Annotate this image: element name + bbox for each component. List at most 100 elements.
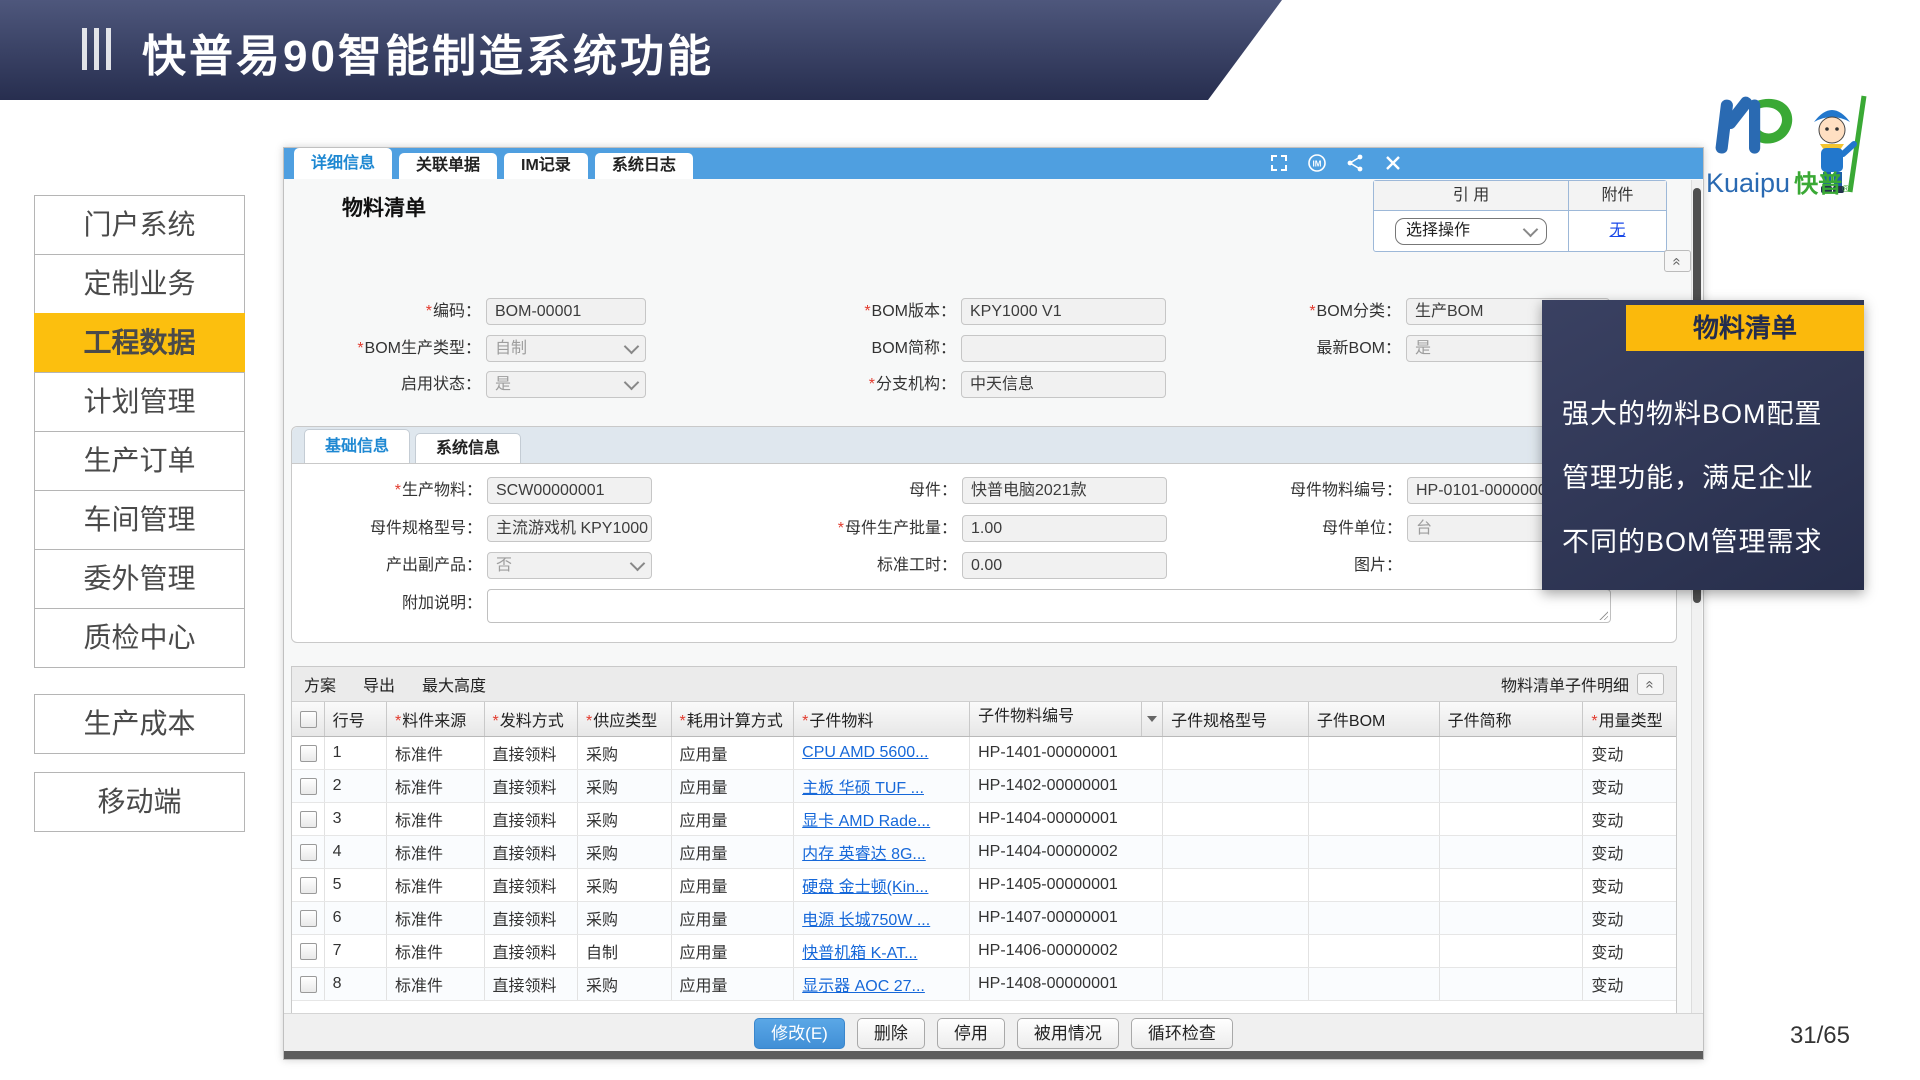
form-collapse-button[interactable]: « [1664, 250, 1691, 272]
row-checkbox[interactable] [300, 877, 317, 894]
sidebar-item-portal[interactable]: 门户系统 [34, 195, 245, 255]
cell-no: 8 [324, 968, 386, 1001]
fullscreen-icon[interactable] [1269, 153, 1289, 173]
cell-usage: 变动 [1583, 902, 1677, 935]
sidebar-item-production-cost[interactable]: 生产成本 [34, 694, 245, 754]
row-checkbox[interactable] [300, 976, 317, 993]
toolbar-导出[interactable]: 导出 [363, 672, 395, 696]
reference-panel: 引 用 附件 选择操作 无 [1373, 180, 1667, 252]
field-input-编码[interactable]: BOM-00001 [486, 298, 646, 325]
modify-button[interactable]: 修改(E) [754, 1018, 845, 1049]
column-header-行号[interactable]: 行号 [324, 702, 386, 737]
row-checkbox[interactable] [300, 811, 317, 828]
column-header-子件物料[interactable]: *子件物料 [794, 702, 970, 737]
field-input-母件生产批量[interactable]: 1.00 [962, 515, 1167, 542]
part-link[interactable]: 主板 华硕 TUF ... [802, 780, 924, 797]
field-input-BOM版本[interactable]: KPY1000 V1 [961, 298, 1166, 325]
field-input-分支机构[interactable]: 中天信息 [961, 371, 1166, 398]
field-input-生产物料[interactable]: SCW00000001 [487, 477, 652, 504]
toolbar-最大高度[interactable]: 最大高度 [422, 672, 486, 696]
column-header-用量类型[interactable]: *用量类型 [1583, 702, 1677, 737]
field-input-启用状态[interactable]: 是 [486, 371, 646, 398]
part-link[interactable]: 显示器 AOC 27... [802, 978, 925, 995]
chevron-up-icon: « [1643, 680, 1658, 688]
field-input-标准工时[interactable]: 0.00 [962, 552, 1167, 579]
column-header-供应类型[interactable]: *供应类型 [578, 702, 672, 737]
part-link[interactable]: CPU AMD 5600... [802, 744, 928, 761]
filter-dropdown-icon[interactable] [1141, 702, 1162, 736]
cell-usage: 变动 [1583, 737, 1677, 770]
kp-logo-mark-icon [1706, 92, 1806, 167]
cell-alias [1439, 737, 1583, 770]
cell-code: HP-1402-00000001 [970, 770, 1163, 803]
field-input-附加说明[interactable] [487, 589, 1611, 623]
cell-part: 电源 长城750W ... [794, 902, 970, 935]
field-label-生产物料: *生产物料： [322, 477, 482, 504]
sidebar-item-production-order[interactable]: 生产订单 [34, 431, 245, 491]
sidebar-item-engineering-data[interactable]: 工程数据 [34, 313, 245, 373]
part-link[interactable]: 硬盘 金士顿(Kin... [802, 879, 928, 896]
sidebar-item-plan-management[interactable]: 计划管理 [34, 372, 245, 432]
row-checkbox[interactable] [300, 943, 317, 960]
sidebar-item-quality-center[interactable]: 质检中心 [34, 608, 245, 668]
row-checkbox[interactable] [300, 778, 317, 795]
tab-system-log[interactable]: 系统日志 [595, 153, 693, 179]
table-row: 6标准件直接领料采购应用量电源 长城750W ...HP-1407-000000… [292, 902, 1677, 935]
delete-button[interactable]: 删除 [857, 1018, 925, 1049]
callout-title: 物料清单 [1626, 305, 1864, 351]
column-header-子件BOM[interactable]: 子件BOM [1308, 702, 1439, 737]
cell-issue: 直接领料 [484, 869, 578, 902]
row-checkbox[interactable] [300, 844, 317, 861]
field-input-BOM生产类型[interactable]: 自制 [486, 335, 646, 362]
field-input-产出副产品[interactable]: 否 [487, 552, 652, 579]
part-link[interactable]: 电源 长城750W ... [802, 912, 930, 929]
column-header-耗用计算方式[interactable]: *耗用计算方式 [671, 702, 794, 737]
column-header-checkbox[interactable] [292, 702, 324, 737]
tab-detail[interactable]: 详细信息 [294, 148, 392, 179]
app-window: 详细信息关联单据IM记录系统日志 IM 物料清单 引 用 附件 选择操作 无 «… [283, 147, 1704, 1060]
cell-spec [1163, 737, 1309, 770]
sidebar-item-workshop-management[interactable]: 车间管理 [34, 490, 245, 550]
attachment-link[interactable]: 无 [1609, 222, 1625, 239]
tab-system-info[interactable]: 系统信息 [415, 433, 521, 463]
sidebar-item-outsourcing-management[interactable]: 委外管理 [34, 549, 245, 609]
loop-check-button[interactable]: 循环检查 [1131, 1018, 1233, 1049]
part-link[interactable]: 显卡 AMD Rade... [802, 813, 930, 830]
slide-title: 快普易90智能制造系统功能 [142, 20, 714, 84]
field-label-附加说明: 附加说明： [322, 590, 482, 617]
header-checkbox[interactable] [300, 711, 317, 728]
resize-handle-icon [1598, 610, 1608, 620]
part-link[interactable]: 快普机箱 K-AT... [802, 945, 917, 962]
cell-source: 标准件 [387, 902, 485, 935]
tab-basic-info[interactable]: 基础信息 [304, 429, 410, 463]
logo-reg-mark: ® [1842, 184, 1849, 195]
cell-issue: 直接领料 [484, 968, 578, 1001]
table-row: 7标准件直接领料自制应用量快普机箱 K-AT...HP-1406-0000000… [292, 935, 1677, 968]
disable-button[interactable]: 停用 [937, 1018, 1005, 1049]
field-input-BOM简称[interactable] [961, 335, 1166, 362]
toolbar-方案[interactable]: 方案 [304, 672, 336, 696]
cell-no: 2 [324, 770, 386, 803]
field-input-母件规格型号[interactable]: 主流游戏机 KPY1000 [487, 515, 652, 542]
grid-collapse-button[interactable]: « [1637, 673, 1664, 695]
operation-select[interactable]: 选择操作 [1395, 218, 1547, 245]
close-icon[interactable] [1383, 153, 1403, 173]
column-header-发料方式[interactable]: *发料方式 [484, 702, 578, 737]
cell-alias [1439, 770, 1583, 803]
row-checkbox[interactable] [300, 910, 317, 927]
column-header-子件物料编号[interactable]: 子件物料编号 [970, 702, 1163, 737]
sidebar-item-mobile[interactable]: 移动端 [34, 772, 245, 832]
column-header-子件简称[interactable]: 子件简称 [1439, 702, 1583, 737]
share-icon[interactable] [1345, 153, 1365, 173]
tab-related-docs[interactable]: 关联单据 [399, 153, 497, 179]
usage-status-button[interactable]: 被用情况 [1017, 1018, 1119, 1049]
column-header-料件来源[interactable]: *料件来源 [387, 702, 485, 737]
cell-source: 标准件 [387, 803, 485, 836]
part-link[interactable]: 内存 英睿达 8G... [802, 846, 926, 863]
column-header-子件规格型号[interactable]: 子件规格型号 [1163, 702, 1309, 737]
im-icon[interactable]: IM [1307, 153, 1327, 173]
tab-im-record[interactable]: IM记录 [504, 153, 588, 179]
row-checkbox[interactable] [300, 745, 317, 762]
field-input-母件[interactable]: 快普电脑2021款 [962, 477, 1167, 504]
sidebar-item-custom-business[interactable]: 定制业务 [34, 254, 245, 314]
